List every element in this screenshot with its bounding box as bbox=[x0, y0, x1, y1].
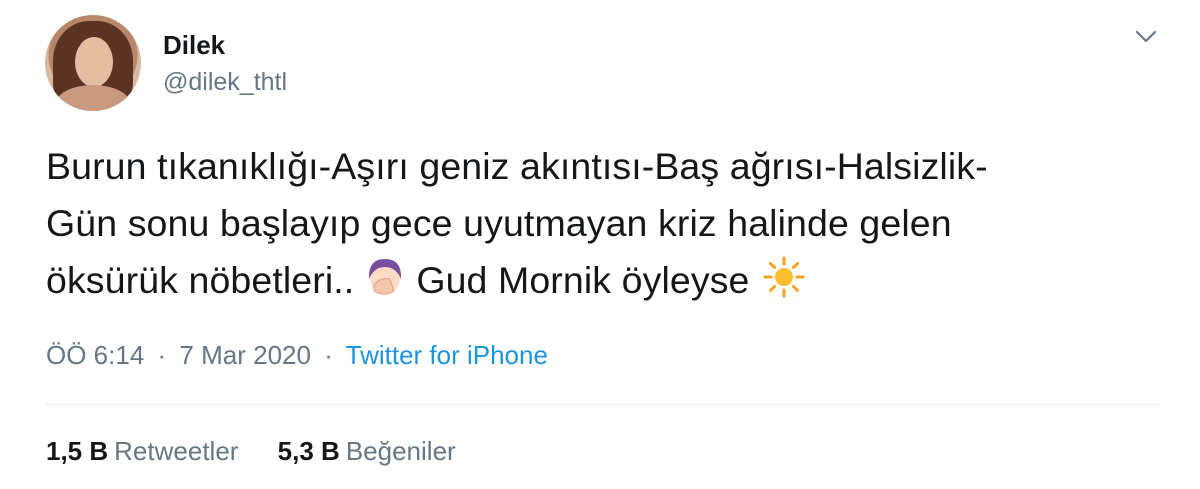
avatar-face bbox=[75, 37, 113, 87]
chevron-down-icon[interactable] bbox=[1133, 26, 1159, 46]
tweet-line: öksürük nöbetleri.. Gud Mornik öyleyse bbox=[46, 252, 1176, 309]
tweet-tail-text: Gud Mornik öyleyse bbox=[416, 259, 750, 301]
retweets-stat[interactable]: 1,5 B Retweetler bbox=[46, 436, 238, 466]
tweet-source-link[interactable]: Twitter for iPhone bbox=[346, 340, 548, 370]
sun-emoji-icon bbox=[763, 256, 804, 298]
retweets-label: Retweetler bbox=[114, 436, 239, 466]
facepalm-emoji-icon bbox=[369, 259, 402, 295]
user-name[interactable]: Dilek bbox=[163, 30, 225, 61]
likes-count: 5,3 B bbox=[277, 436, 340, 466]
meta-separator: · bbox=[157, 340, 167, 370]
likes-stat[interactable]: 5,3 B Beğeniler bbox=[278, 436, 456, 466]
tweet-line-text: öksürük nöbetleri.. bbox=[46, 259, 355, 301]
tweet-date[interactable]: 7 Mar 2020 bbox=[179, 340, 311, 370]
user-handle[interactable]: @dilek_thtl bbox=[163, 68, 287, 97]
tweet-text: Burun tıkanıklığı-Aşırı geniz akıntısı-B… bbox=[46, 138, 1176, 309]
meta-separator: · bbox=[324, 340, 333, 370]
avatar[interactable] bbox=[45, 15, 141, 111]
divider bbox=[46, 404, 1161, 405]
tweet-meta: ÖÖ 6:14 · 7 Mar 2020 · Twitter for iPhon… bbox=[46, 340, 548, 371]
tweet-line: Gün sonu başlayıp gece uyutmayan kriz ha… bbox=[46, 202, 952, 244]
likes-label: Beğeniler bbox=[345, 436, 456, 466]
tweet-line: Burun tıkanıklığı-Aşırı geniz akıntısı-B… bbox=[46, 145, 988, 187]
retweets-count: 1,5 B bbox=[46, 436, 109, 466]
tweet-time[interactable]: ÖÖ 6:14 bbox=[46, 340, 144, 370]
tweet-stats: 1,5 B Retweetler 5,3 B Beğeniler bbox=[46, 436, 456, 467]
